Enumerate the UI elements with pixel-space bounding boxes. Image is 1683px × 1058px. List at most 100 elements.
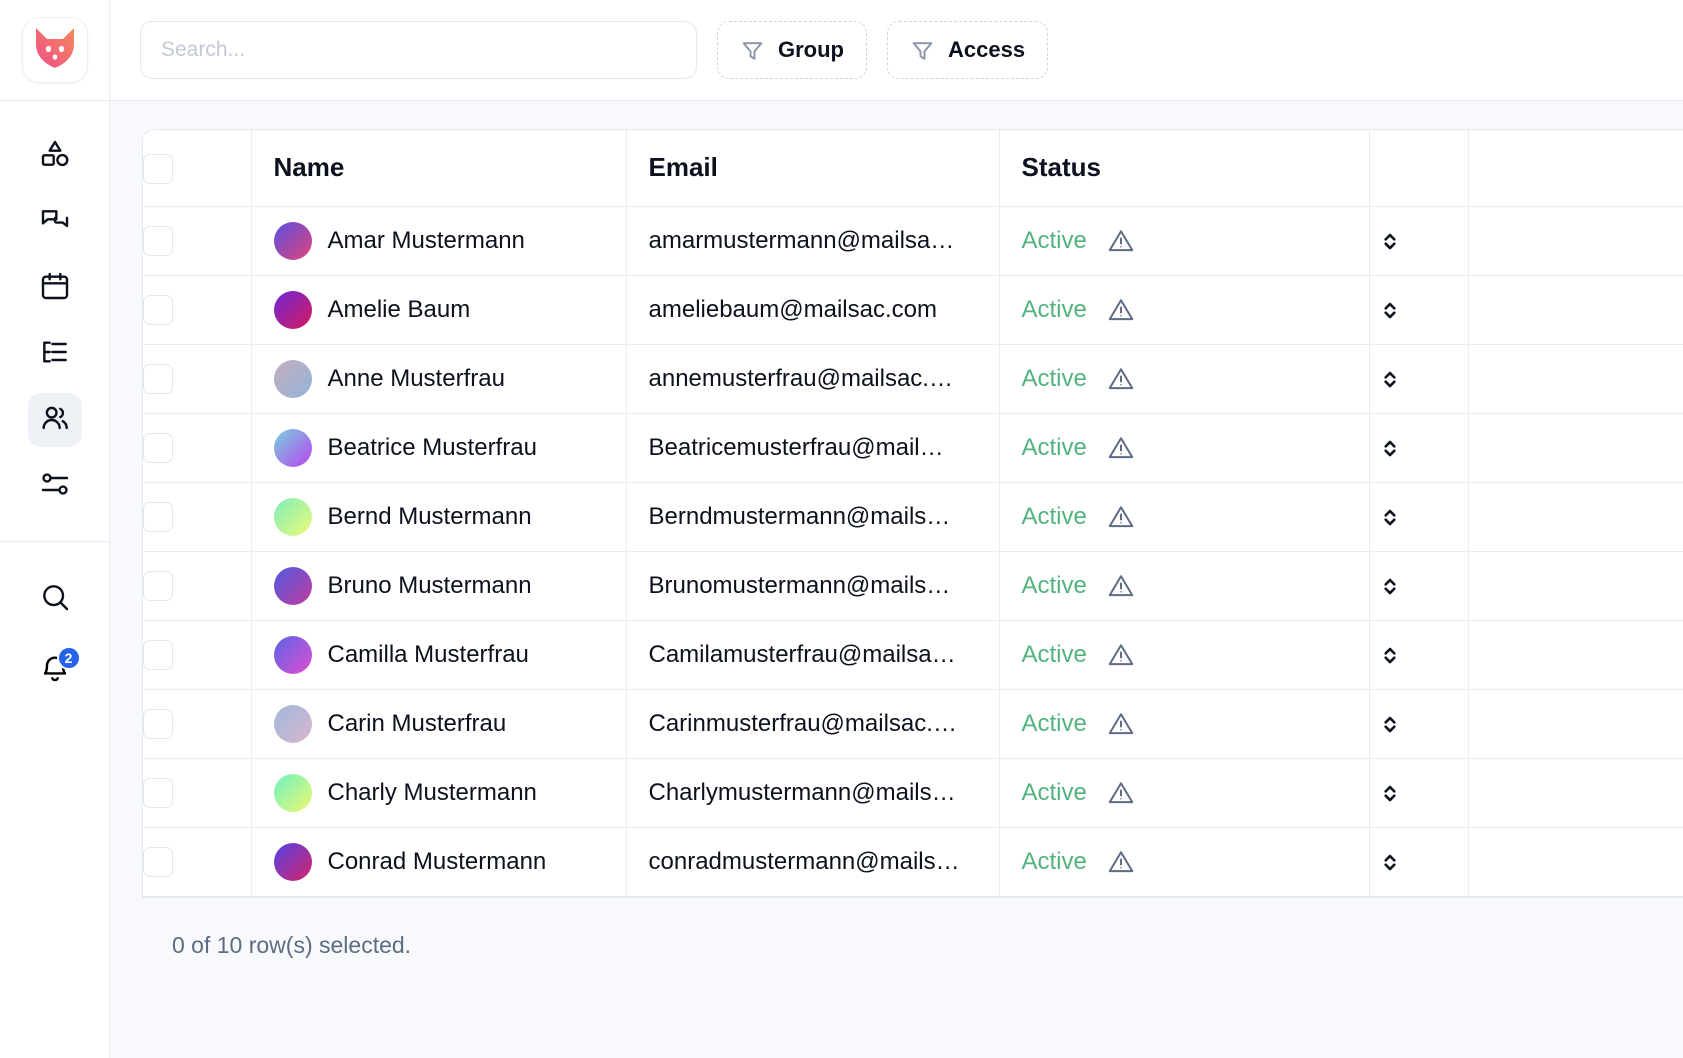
warning-icon[interactable] [1106,226,1136,256]
cell-name: Amelie Baum [251,275,627,345]
warning-icon[interactable] [1106,502,1136,532]
sidebar-nav-primary [27,101,82,513]
table-row[interactable]: Charly Mustermann Charlymustermann@mails…… [143,758,1683,828]
cell-actions [1369,206,1469,276]
warning-icon[interactable] [1106,847,1136,877]
cell-email: amarmustermann@mailsa… [626,206,1000,276]
table-row[interactable]: Beatrice Musterfrau Beatricemusterfrau@ma… [143,413,1683,483]
table-row[interactable]: Bernd Mustermann Berndmustermann@mails… Ac… [143,482,1683,552]
row-select-checkbox[interactable] [143,225,173,256]
sidebar-item-settings[interactable] [28,459,82,513]
cell-status: Active [999,275,1370,345]
warning-icon[interactable] [1106,709,1136,739]
user-name: Camilla Musterfrau [327,640,529,668]
table-row[interactable]: Carin Musterfrau Carinmusterfrau@mailsac.… [143,689,1683,759]
row-expand-toggle-icon[interactable] [1370,497,1410,537]
list-tree-icon [39,336,71,373]
row-expand-toggle-icon[interactable] [1370,704,1410,744]
warning-icon[interactable] [1106,571,1136,601]
warning-icon[interactable] [1106,778,1136,808]
row-select-checkbox[interactable] [143,432,173,463]
sidebar-item-users[interactable] [27,393,82,447]
sidebar-item-search[interactable] [28,572,82,626]
table-row[interactable]: Camilla Musterfrau Camilamusterfrau@mails… [143,620,1683,690]
sidebar-item-calendar[interactable] [28,261,82,315]
cell-actions [1369,827,1469,897]
cell-email: Brunomustermann@mails… [626,551,1000,621]
group-filter-button[interactable]: Group [717,21,867,79]
row-select-checkbox[interactable] [143,639,173,670]
notification-badge: 2 [56,646,81,670]
table-body: Amar Mustermann amarmustermann@mailsa… Act… [143,206,1683,897]
table-row[interactable]: Amelie Baum ameliebaum@mailsac.com Active [143,275,1683,345]
row-expand-toggle-icon[interactable] [1370,566,1410,606]
search-input[interactable] [140,21,697,79]
table-head: Name Email Status [143,130,1683,207]
sidebar-item-notifications[interactable]: 2 [28,644,82,698]
row-select-checkbox[interactable] [143,294,173,325]
avatar [273,497,312,536]
warning-icon[interactable] [1106,364,1136,394]
app-root: 2 Group Access [0,0,1683,1058]
select-all-checkbox[interactable] [143,153,173,184]
table-row[interactable]: Conrad Mustermann conradmustermann@mails…… [143,827,1683,897]
cell-extra [1468,827,1683,897]
table-container: Name Email Status Amar Mustermann amarmus… [110,101,1683,1058]
row-select-checkbox[interactable] [143,570,173,601]
user-name: Amar Mustermann [327,226,525,254]
cell-actions [1369,344,1469,414]
row-expand-toggle-icon[interactable] [1370,221,1410,261]
search-icon [39,581,71,618]
table-header-row: Name Email Status [143,130,1683,207]
warning-icon[interactable] [1106,295,1136,325]
cell-status: Active [999,551,1370,621]
cell-extra [1468,482,1683,552]
cell-actions [1369,551,1469,621]
sidebar-item-list[interactable] [28,327,82,381]
column-header-status[interactable]: Status [999,130,1370,207]
user-name: Bernd Mustermann [327,502,532,530]
cell-email: conradmustermann@mails… [626,827,1000,897]
row-expand-toggle-icon[interactable] [1370,359,1410,399]
status-badge: Active [1021,226,1087,254]
table-row[interactable]: Amar Mustermann amarmustermann@mailsa… Act… [143,206,1683,276]
row-expand-toggle-icon[interactable] [1370,842,1410,882]
row-select-checkbox[interactable] [143,501,173,532]
cell-name: Beatrice Musterfrau [251,413,627,483]
sidebar-item-messages[interactable] [28,195,82,249]
cell-extra [1468,206,1683,276]
row-expand-toggle-icon[interactable] [1370,773,1410,813]
cell-name: Amar Mustermann [251,206,627,276]
status-badge: Active [1021,364,1087,392]
main-area: Group Access [110,0,1683,1058]
cell-email: annemusterfrau@mailsac.… [626,344,1000,414]
sidebar-item-shapes[interactable] [28,129,82,183]
table-row[interactable]: Bruno Mustermann Brunomustermann@mails… Ac… [143,551,1683,621]
row-expand-toggle-icon[interactable] [1370,428,1410,468]
avatar [273,290,312,329]
column-header-extra [1468,130,1683,207]
warning-icon[interactable] [1106,640,1136,670]
row-select-checkbox[interactable] [143,708,173,739]
row-expand-toggle-icon[interactable] [1370,635,1410,675]
warning-icon[interactable] [1106,433,1136,463]
sidebar-nav-secondary: 2 [28,542,82,698]
row-expand-toggle-icon[interactable] [1370,290,1410,330]
user-name: Anne Musterfrau [327,364,505,392]
row-select-checkbox[interactable] [143,846,173,877]
table-row[interactable]: Anne Musterfrau annemusterfrau@mailsac.… A… [143,344,1683,414]
column-header-email[interactable]: Email [626,130,1000,207]
row-select-checkbox[interactable] [143,777,173,808]
column-header-name[interactable]: Name [251,130,627,207]
cell-name: Charly Mustermann [251,758,627,828]
app-logo-button[interactable] [21,17,88,83]
funnel-icon [740,38,765,63]
row-select-checkbox[interactable] [143,363,173,394]
row-select-cell [143,482,252,552]
cell-email: Beatricemusterfrau@mail… [626,413,1000,483]
cell-email: Camilamusterfrau@mailsa… [626,620,1000,690]
cell-extra [1468,551,1683,621]
avatar [273,221,312,260]
access-filter-button[interactable]: Access [887,21,1049,79]
status-badge: Active [1021,847,1087,875]
